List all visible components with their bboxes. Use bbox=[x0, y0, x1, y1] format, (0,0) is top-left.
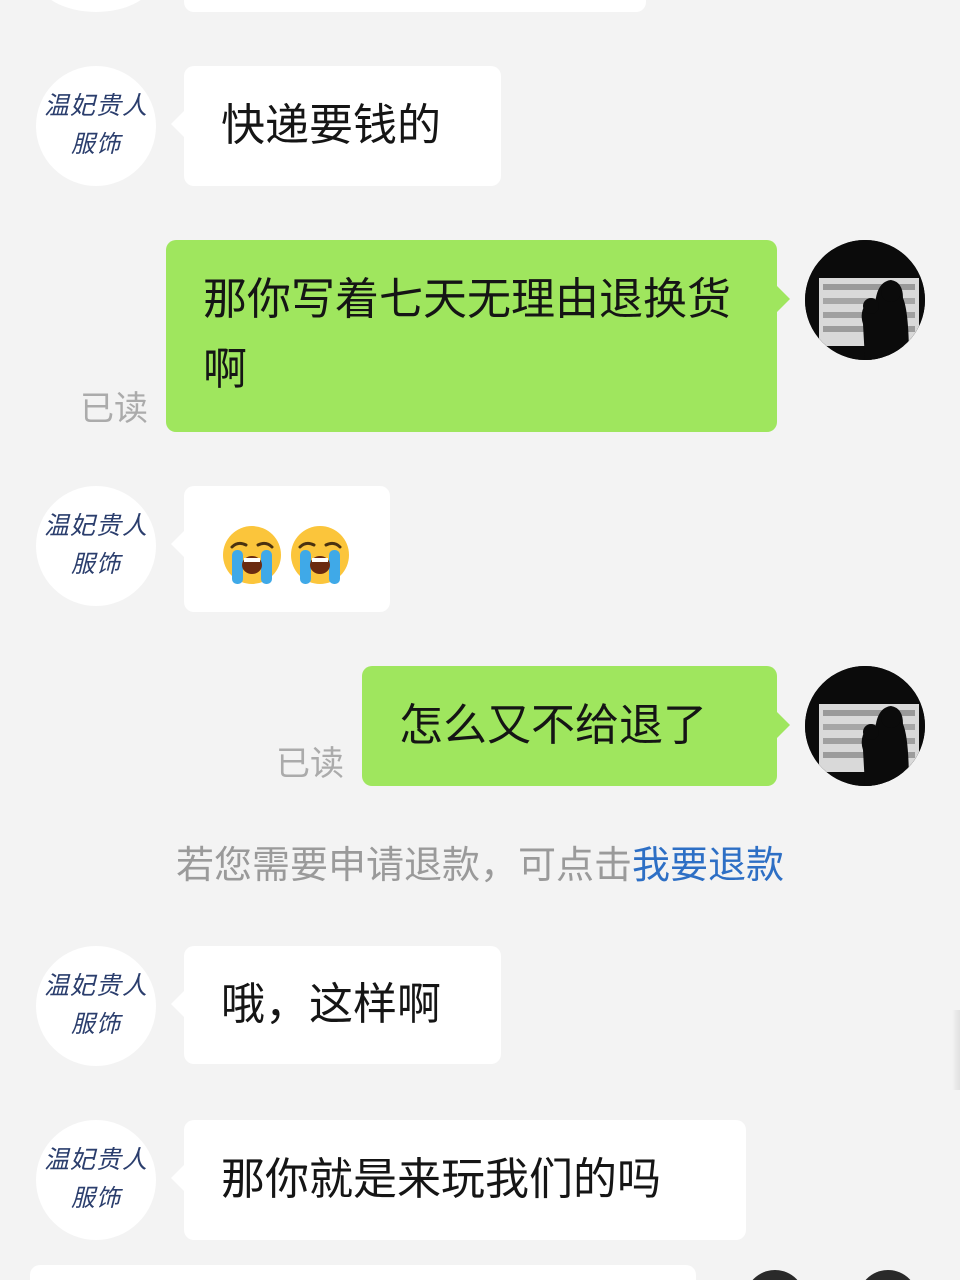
shop-logo-text: 温妃贵人 bbox=[43, 971, 148, 1000]
user-avatar-partial[interactable] bbox=[858, 1270, 918, 1280]
couple-silhouette-icon bbox=[805, 666, 925, 786]
shop-avatar[interactable]: 温妃贵人 服饰 bbox=[36, 486, 156, 606]
scroll-edge bbox=[952, 1010, 960, 1090]
read-status: 已读 bbox=[80, 389, 148, 429]
message-bubble-outgoing[interactable]: 那你写着七天无理由退换货啊 bbox=[166, 240, 790, 432]
message-bubble-incoming[interactable]: 那你就是来玩我们的吗 bbox=[171, 1120, 746, 1240]
shop-logo-text: 温妃贵人 bbox=[43, 1145, 148, 1174]
shop-avatar[interactable]: 温妃贵人 服饰 bbox=[36, 946, 156, 1066]
message-text: 快递要钱的 bbox=[221, 100, 441, 151]
message-bubble-partial[interactable] bbox=[30, 1265, 696, 1280]
message-bubble-incoming[interactable] bbox=[171, 486, 390, 612]
loudly-crying-face-icon bbox=[291, 526, 349, 584]
shop-logo-text: 服饰 bbox=[71, 1010, 121, 1038]
shop-logo-text: 温妃贵人 bbox=[43, 91, 148, 120]
message-text: 那你写着七天无理由退换货啊 bbox=[203, 274, 731, 395]
refund-notice-text: 若您需要申请退款，可点击 bbox=[175, 843, 632, 887]
shop-avatar[interactable]: 温妃贵人 服饰 bbox=[36, 66, 156, 186]
shop-logo-text: 服饰 bbox=[71, 550, 121, 578]
couple-silhouette-icon bbox=[805, 240, 925, 360]
shop-avatar[interactable]: 温妃贵人 服饰 bbox=[36, 1120, 156, 1240]
message-bubble-incoming[interactable]: 哦，这样啊 bbox=[171, 946, 501, 1064]
read-status: 已读 bbox=[276, 744, 344, 784]
shop-logo-text: 服饰 bbox=[71, 1184, 121, 1212]
message-text: 哦，这样啊 bbox=[221, 979, 441, 1030]
refund-link[interactable]: 我要退款 bbox=[632, 843, 784, 887]
message-text: 那你就是来玩我们的吗 bbox=[221, 1154, 661, 1205]
message-bubble-incoming[interactable]: 快递要钱的 bbox=[171, 66, 501, 186]
message-text: 怎么又不给退了 bbox=[399, 700, 707, 751]
message-bubble-partial[interactable] bbox=[184, 0, 646, 12]
message-bubble-outgoing[interactable]: 怎么又不给退了 bbox=[362, 666, 790, 786]
loudly-crying-face-icon bbox=[223, 526, 281, 584]
user-avatar[interactable] bbox=[805, 666, 925, 786]
refund-notice: 若您需要申请退款，可点击我要退款 bbox=[0, 840, 960, 890]
user-avatar[interactable] bbox=[805, 240, 925, 360]
shop-logo-text: 服饰 bbox=[71, 130, 121, 158]
shop-avatar-partial[interactable] bbox=[36, 0, 156, 12]
user-avatar-partial[interactable] bbox=[745, 1270, 805, 1280]
chat-window: 温妃贵人 服饰 快递要钱的 已读 那你写着七天无理由退换货啊 温妃贵人 服饰 已… bbox=[0, 0, 960, 1280]
shop-logo-text: 温妃贵人 bbox=[43, 511, 148, 540]
